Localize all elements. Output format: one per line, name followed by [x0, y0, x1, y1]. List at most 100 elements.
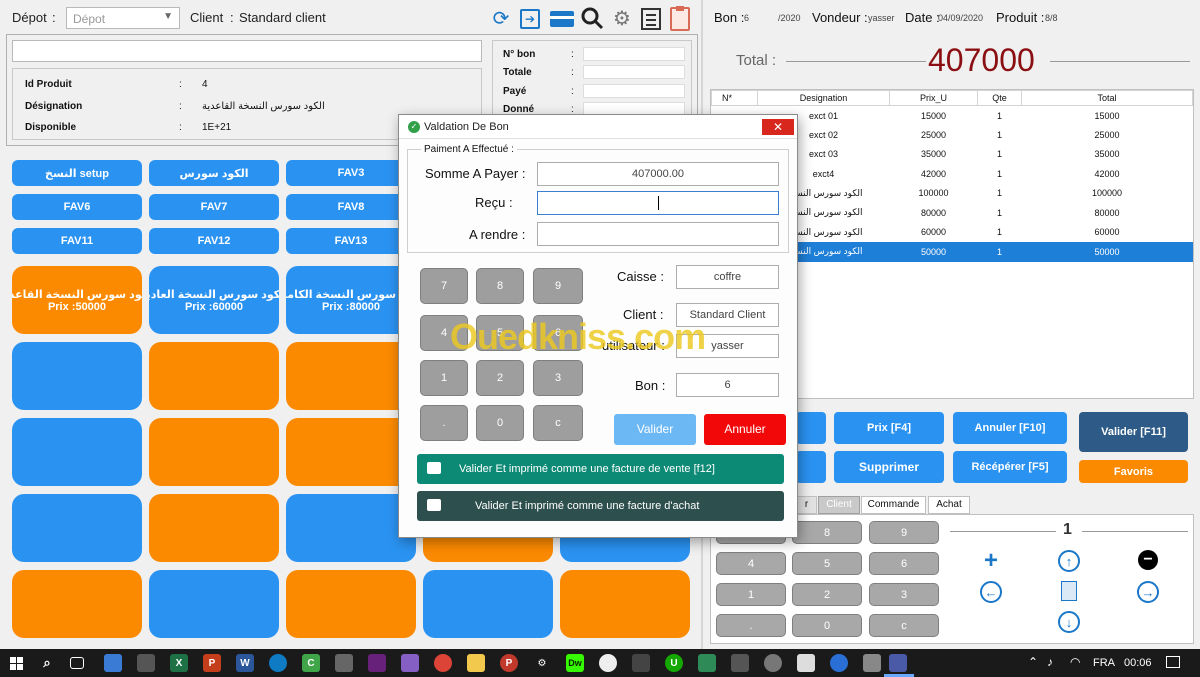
keypad-key-dot[interactable]: . — [716, 614, 786, 637]
arrow-down-icon[interactable]: ↓ — [1058, 611, 1080, 633]
upwork-icon[interactable]: U — [665, 654, 683, 672]
fav-button-12[interactable]: FAV12 — [149, 228, 279, 254]
word-icon[interactable]: W — [236, 654, 254, 672]
minus-icon[interactable]: − — [1138, 550, 1158, 570]
empty-tile[interactable] — [149, 494, 279, 562]
col-header-prix[interactable]: Prix_U — [889, 90, 978, 106]
dialog-key-8[interactable]: 8 — [476, 268, 524, 304]
product-tile[interactable]: الكود سورس النسخة الكاملة Prix :80000 — [286, 266, 416, 334]
dialog-key-dot[interactable]: . — [420, 405, 468, 441]
excel-icon[interactable]: X — [170, 654, 188, 672]
app-icon-10[interactable] — [830, 654, 848, 672]
tab-hidden[interactable]: r — [796, 496, 817, 514]
tab-client[interactable]: Client — [818, 496, 860, 514]
empty-tile[interactable] — [560, 570, 690, 638]
dialog-key-0[interactable]: 0 — [476, 405, 524, 441]
arrow-right-icon[interactable]: → — [1137, 581, 1159, 603]
task-view-icon[interactable] — [70, 657, 84, 669]
app-icon-6[interactable] — [698, 654, 716, 672]
volume-icon[interactable]: ♪ — [1047, 655, 1053, 669]
tab-commande[interactable]: Commande — [861, 496, 926, 514]
keypad-key-2[interactable]: 2 — [792, 583, 862, 606]
keypad-key-1[interactable]: 1 — [716, 583, 786, 606]
app-icon-8[interactable] — [764, 654, 782, 672]
col-header-designation[interactable]: Designation — [757, 90, 890, 106]
list-icon[interactable] — [641, 8, 661, 30]
app-icon-7[interactable] — [731, 654, 749, 672]
document-icon[interactable] — [1061, 581, 1077, 601]
action-hidden-left-2[interactable] — [796, 451, 826, 483]
empty-tile[interactable] — [149, 570, 279, 638]
empty-tile[interactable] — [12, 494, 142, 562]
windows-start-icon[interactable] — [10, 657, 23, 670]
visual-studio-icon-2[interactable] — [401, 654, 419, 672]
fav-button-1[interactable]: النسخ setup — [12, 160, 142, 186]
annuler-button[interactable]: Annuler [F10] — [953, 412, 1067, 444]
chrome-icon[interactable] — [434, 654, 452, 672]
col-header-n[interactable]: N* — [711, 90, 758, 106]
dialog-key-2[interactable]: 2 — [476, 360, 524, 396]
app-icon-c[interactable]: C — [302, 654, 320, 672]
import-icon[interactable]: ➔ — [520, 9, 540, 29]
app-icon-9[interactable] — [797, 654, 815, 672]
app-icon-4[interactable] — [599, 654, 617, 672]
app-icon-2[interactable] — [137, 654, 155, 672]
gear-icon[interactable]: ⚙ — [611, 8, 633, 30]
app-icon-3[interactable] — [335, 654, 353, 672]
dialog-annuler-button[interactable]: Annuler — [704, 414, 786, 445]
action-hidden-left-1[interactable] — [796, 412, 826, 444]
dialog-key-c[interactable]: c — [533, 405, 583, 441]
edge-icon[interactable] — [269, 654, 287, 672]
notification-icon[interactable] — [1166, 656, 1180, 668]
clipboard-icon[interactable] — [670, 6, 690, 31]
dialog-valider-button[interactable]: Valider — [614, 414, 696, 445]
keypad-key-5[interactable]: 5 — [792, 552, 862, 575]
empty-tile[interactable] — [12, 342, 142, 410]
product-tile[interactable]: الكود سورس النسخة العادية Prix :60000 — [149, 266, 279, 334]
app-icon-p[interactable]: P — [500, 654, 518, 672]
empty-tile[interactable] — [286, 342, 416, 410]
dialog-key-1[interactable]: 1 — [420, 360, 468, 396]
keypad-key-6[interactable]: 6 — [869, 552, 939, 575]
lang-indicator[interactable]: FRA — [1093, 657, 1115, 669]
empty-tile[interactable] — [286, 494, 416, 562]
empty-tile[interactable] — [149, 342, 279, 410]
prix-button[interactable]: Prix [F4] — [834, 412, 944, 444]
dialog-key-9[interactable]: 9 — [533, 268, 583, 304]
wifi-icon[interactable]: ◠ — [1070, 655, 1080, 669]
fav-button-8[interactable]: FAV8 — [286, 194, 416, 220]
refresh-icon[interactable]: ⟳ — [490, 8, 512, 30]
folder-icon[interactable] — [467, 654, 485, 672]
empty-tile[interactable] — [423, 570, 553, 638]
keypad-key-8[interactable]: 8 — [792, 521, 862, 544]
col-header-total[interactable]: Total — [1021, 90, 1193, 106]
visual-studio-icon[interactable] — [368, 654, 386, 672]
powerpoint-icon[interactable]: P — [203, 654, 221, 672]
fav-button-2[interactable]: الكود سورس — [149, 160, 279, 186]
keypad-key-4[interactable]: 4 — [716, 552, 786, 575]
empty-tile[interactable] — [149, 418, 279, 486]
gear-icon[interactable]: ⚙ — [533, 654, 551, 672]
product-tile[interactable]: الكود سورس النسخة القاعدية Prix :50000 — [12, 266, 142, 334]
print-achat-button[interactable]: Valider Et imprimé comme une facture d'a… — [417, 491, 784, 521]
print-vente-button[interactable]: Valider Et imprimé comme une facture de … — [417, 454, 784, 484]
clock[interactable]: 00:06 — [1124, 657, 1152, 669]
keypad-key-0[interactable]: 0 — [792, 614, 862, 637]
recuperer-button[interactable]: Récépérer [F5] — [953, 451, 1067, 483]
app-icon-5[interactable] — [632, 654, 650, 672]
search-icon[interactable] — [580, 6, 604, 30]
fav-button-11[interactable]: FAV11 — [12, 228, 142, 254]
recu-input[interactable] — [537, 191, 779, 215]
fav-button-7[interactable]: FAV7 — [149, 194, 279, 220]
plus-icon[interactable]: + — [980, 547, 1002, 574]
empty-tile[interactable] — [12, 570, 142, 638]
chevron-up-icon[interactable]: ⌃ — [1028, 655, 1038, 669]
close-icon[interactable]: ✕ — [762, 119, 794, 135]
dreamweaver-icon[interactable]: Dw — [566, 654, 584, 672]
app-icon-11[interactable] — [863, 654, 881, 672]
search-icon[interactable]: ⌕ — [38, 654, 56, 672]
dialog-key-7[interactable]: 7 — [420, 268, 468, 304]
supprimer-button[interactable]: Supprimer — [834, 451, 944, 483]
tab-achat[interactable]: Achat — [928, 496, 970, 514]
depot-select[interactable]: Dépot ▼ — [66, 7, 180, 29]
